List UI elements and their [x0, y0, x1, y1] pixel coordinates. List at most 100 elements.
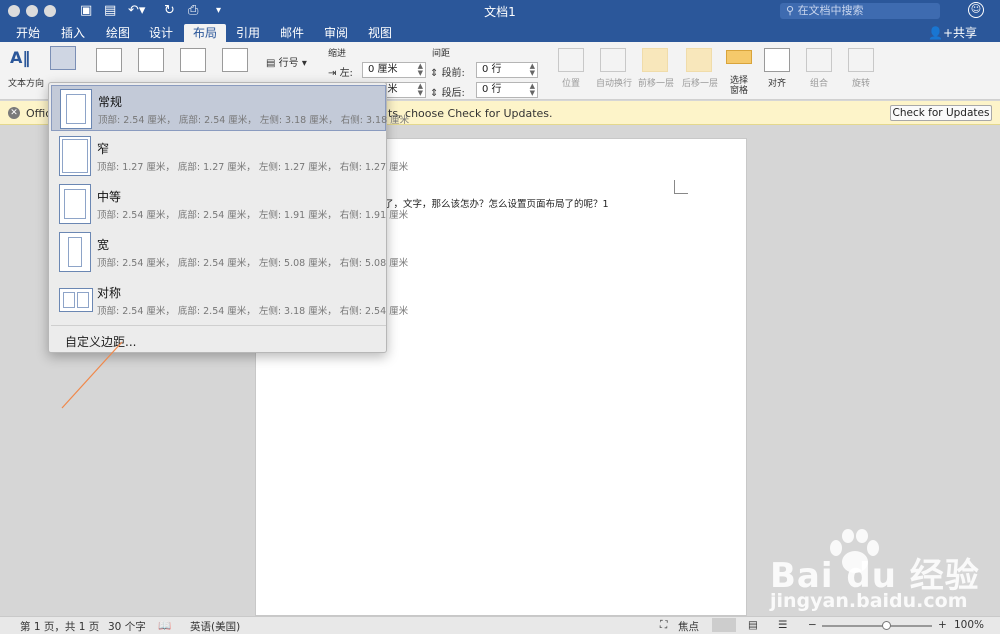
- stepper-icon[interactable]: ▲ ▼: [530, 83, 535, 97]
- search-input[interactable]: ⚲ 在文档中搜索: [780, 3, 940, 19]
- position-label: 位置: [562, 79, 581, 89]
- tab-review[interactable]: 审阅: [318, 24, 354, 42]
- group-label: 组合: [810, 79, 829, 89]
- wrap-text-icon[interactable]: [600, 48, 626, 72]
- selection-pane-icon[interactable]: [726, 50, 752, 64]
- focus-label[interactable]: 焦点: [678, 619, 699, 634]
- spacing-before-icon: ⇕: [430, 68, 442, 79]
- print-layout-view-icon[interactable]: [712, 618, 736, 632]
- orientation-button[interactable]: [96, 48, 122, 72]
- document-text[interactable]: 了，文字，那么该怎办？怎么设置页面布局了的呢？1: [384, 196, 609, 210]
- check-for-updates-button[interactable]: Check for Updates: [890, 105, 992, 121]
- proofing-icon[interactable]: 📖: [158, 619, 171, 632]
- indent-left-label-text: 左:: [339, 68, 353, 79]
- margins-button[interactable]: [50, 46, 76, 70]
- zoom-out-icon[interactable]: −: [808, 619, 817, 631]
- tab-draw[interactable]: 绘图: [100, 24, 136, 42]
- margin-option-desc: 顶部: 1.27 厘米， 底部: 1.27 厘米， 左侧: 1.27 厘米， 右…: [97, 162, 409, 173]
- stepper-icon[interactable]: ▲ ▼: [530, 63, 535, 77]
- text-direction-icon[interactable]: A‖: [10, 48, 36, 72]
- zoom-level[interactable]: 100%: [954, 619, 984, 631]
- tab-references[interactable]: 引用: [230, 24, 266, 42]
- feedback-smiley-icon[interactable]: ☺: [968, 2, 984, 18]
- size-button[interactable]: [138, 48, 164, 72]
- spacing-before-input[interactable]: 0 行 ▲ ▼: [476, 62, 538, 78]
- margin-option-desc: 顶部: 2.54 厘米， 底部: 2.54 厘米， 左侧: 3.18 厘米， 右…: [97, 306, 409, 317]
- zoom-in-icon[interactable]: +: [938, 619, 947, 631]
- spacing-after-value: 0 行: [482, 84, 502, 95]
- add-person-icon: 👤+: [928, 26, 953, 40]
- tab-view[interactable]: 视图: [362, 24, 398, 42]
- stepper-icon[interactable]: ▲ ▼: [418, 83, 423, 97]
- status-bar: 第 1 页，共 1 页 30 个字 📖 英语(美国) ⛶ 焦点 ▤ ☰ − + …: [0, 616, 1000, 634]
- margin-option-desc: 顶部: 2.54 厘米， 底部: 2.54 厘米， 左侧: 1.91 厘米， 右…: [97, 210, 409, 221]
- margin-option-desc: 顶部: 2.54 厘米， 底部: 2.54 厘米， 左侧: 3.18 厘米， 右…: [98, 115, 410, 126]
- indent-left-value: 0 厘米: [368, 64, 398, 75]
- web-layout-view-icon[interactable]: ▤: [748, 619, 758, 631]
- margin-option-normal[interactable]: 常规 顶部: 2.54 厘米， 底部: 2.54 厘米， 左侧: 3.18 厘米…: [51, 85, 409, 131]
- selection-pane-label-1: 选择: [730, 76, 749, 86]
- margin-option-mirrored[interactable]: 对称 顶部: 2.54 厘米， 底部: 2.54 厘米， 左侧: 3.18 厘米…: [51, 277, 408, 323]
- columns-button[interactable]: [180, 48, 206, 72]
- breaks-button[interactable]: [222, 48, 248, 72]
- send-backward-label: 后移一层: [682, 79, 719, 89]
- watermark-url: jingyan.baidu.com: [770, 590, 968, 612]
- tab-layout[interactable]: 布局: [184, 24, 226, 42]
- search-placeholder: 在文档中搜索: [797, 4, 864, 17]
- line-numbers-button[interactable]: ▤ 行号 ▾: [266, 54, 307, 69]
- search-icon: ⚲: [786, 4, 798, 17]
- margin-option-name: 窄: [97, 142, 110, 156]
- line-numbers-icon: ▤: [266, 58, 279, 69]
- margin-option-name: 常规: [98, 95, 123, 109]
- spacing-after-icon: ⇕: [430, 88, 442, 99]
- share-label: 共享: [953, 26, 978, 40]
- margin-option-desc: 顶部: 2.54 厘米， 底部: 2.54 厘米， 左侧: 5.08 厘米， 右…: [97, 258, 409, 269]
- margin-option-narrow[interactable]: 窄 顶部: 1.27 厘米， 底部: 1.27 厘米， 左侧: 1.27 厘米，…: [51, 133, 408, 179]
- bring-forward-icon[interactable]: [642, 48, 668, 72]
- custom-margins-item[interactable]: 自定义边距...: [65, 333, 136, 350]
- margin-option-name: 中等: [97, 190, 122, 204]
- position-icon[interactable]: [558, 48, 584, 72]
- align-icon[interactable]: [764, 48, 790, 72]
- tab-insert[interactable]: 插入: [55, 24, 91, 42]
- margin-mirrored-icon: [59, 288, 93, 312]
- selection-pane-label[interactable]: 选择 窗格: [730, 76, 748, 96]
- rotate-icon[interactable]: [848, 48, 874, 72]
- spacing-after-label-text: 段后:: [441, 88, 465, 99]
- margin-option-wide[interactable]: 宽 顶部: 2.54 厘米， 底部: 2.54 厘米， 左侧: 5.08 厘米，…: [51, 229, 408, 275]
- spacing-after-input[interactable]: 0 行 ▲ ▼: [476, 82, 538, 98]
- zoom-slider-handle[interactable]: [882, 621, 891, 630]
- title-bar: ▣ ▤ ↶▾ ↻ ⎙ ▾ 文档1 ⚲ 在文档中搜索 ☺: [0, 0, 1000, 22]
- spacing-title: 间距: [432, 49, 451, 59]
- selection-pane-label-2: 窗格: [730, 86, 749, 96]
- indent-title: 缩进: [328, 49, 347, 59]
- margin-option-moderate[interactable]: 中等 顶部: 2.54 厘米， 底部: 2.54 厘米， 左侧: 1.91 厘米…: [51, 181, 408, 227]
- tab-mailings[interactable]: 邮件: [274, 24, 310, 42]
- stepper-icon[interactable]: ▲ ▼: [418, 63, 423, 77]
- outline-view-icon[interactable]: ☰: [778, 619, 787, 631]
- focus-icon[interactable]: ⛶: [660, 619, 667, 632]
- spacing-before-label-text: 段前:: [441, 68, 465, 79]
- word-count[interactable]: 30 个字: [108, 619, 146, 634]
- spacing-after-label: ⇕ 段后:: [430, 84, 465, 99]
- close-infobar-icon[interactable]: ✕: [8, 107, 20, 119]
- group-icon[interactable]: [806, 48, 832, 72]
- zoom-slider[interactable]: [822, 625, 932, 627]
- ribbon-tabs: 开始 插入 绘图 设计 布局 引用 邮件 审阅 视图 👤+共享: [0, 22, 1000, 42]
- send-backward-icon[interactable]: [686, 48, 712, 72]
- share-button[interactable]: 👤+共享: [928, 24, 977, 42]
- tab-home[interactable]: 开始: [10, 24, 46, 42]
- margins-dropdown: 常规 顶部: 2.54 厘米， 底部: 2.54 厘米， 左侧: 3.18 厘米…: [48, 82, 409, 353]
- margin-option-name: 对称: [97, 286, 122, 300]
- indent-left-label: ⇥ 左:: [328, 64, 353, 79]
- tab-design[interactable]: 设计: [143, 24, 179, 42]
- margin-wide-icon: [59, 232, 91, 272]
- page-count[interactable]: 第 1 页，共 1 页: [20, 619, 99, 634]
- text-direction-label: 文本方向: [8, 79, 45, 89]
- rotate-label: 旋转: [852, 79, 871, 89]
- margin-normal-icon: [60, 89, 92, 129]
- language-status[interactable]: 英语(美国): [190, 619, 240, 634]
- indent-left-input[interactable]: 0 厘米 ▲ ▼: [362, 62, 426, 78]
- infobar-text-right: ts, choose Check for Updates.: [388, 107, 553, 120]
- line-numbers-label: 行号: [278, 58, 299, 69]
